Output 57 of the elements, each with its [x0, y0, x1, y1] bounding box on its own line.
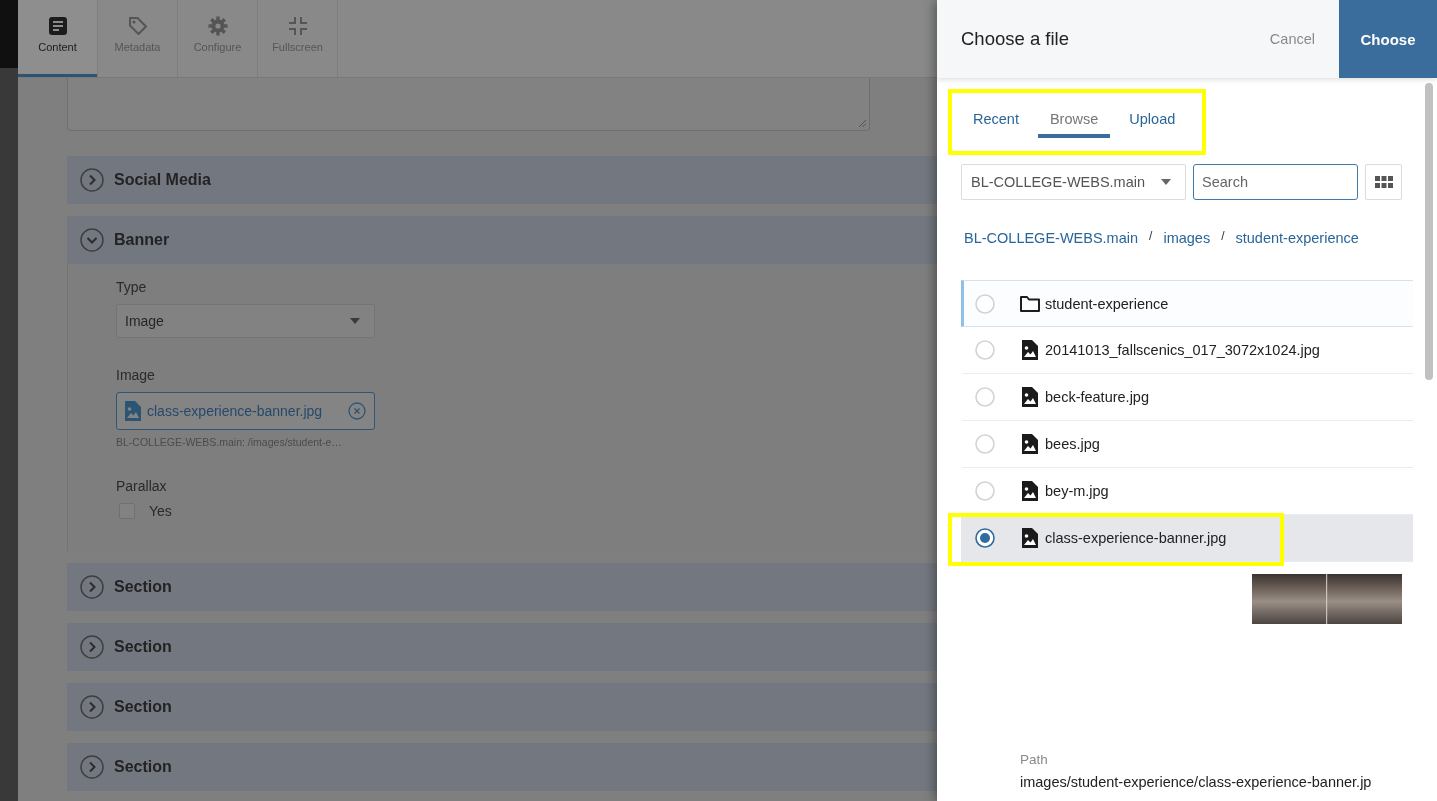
file-name: 20141013_fallscenics_017_3072x1024.jpg	[1045, 342, 1320, 358]
path-label: Path	[1020, 752, 1048, 768]
image-file-icon	[1022, 481, 1038, 501]
breadcrumb-link[interactable]: images	[1163, 229, 1211, 247]
toolbar-tab[interactable]: Content	[18, 0, 98, 77]
file-name: bees.jpg	[1045, 436, 1100, 452]
file-name: student-experience	[1045, 295, 1169, 312]
file-name: beck-feature.jpg	[1045, 389, 1149, 405]
field-label: Parallax	[116, 477, 167, 495]
tab[interactable]: Upload	[1117, 93, 1188, 138]
accordion-header[interactable]: Banner	[67, 216, 937, 264]
path-value: images/student-experience/class-experience-banner.jp	[1020, 773, 1372, 792]
file-name: bey-m.jpg	[1045, 483, 1109, 499]
search-field[interactable]: Search	[1193, 164, 1358, 200]
accordion-header[interactable]: Section	[67, 623, 937, 671]
file-name: class-experience-banner.jpg	[1045, 530, 1227, 546]
grid-view-button[interactable]	[1365, 164, 1402, 200]
breadcrumb-separator: /	[1221, 229, 1225, 243]
resize-grip-icon[interactable]	[859, 120, 866, 127]
cancel-button[interactable]: Cancel	[1245, 0, 1339, 78]
breadcrumb-link[interactable]: BL-COLLEGE-WEBS.main	[964, 229, 1139, 247]
radio-button[interactable]	[975, 528, 995, 548]
accordion-header[interactable]: Section	[67, 683, 937, 731]
choose-button[interactable]: Choose	[1339, 0, 1437, 78]
image-file-icon	[125, 401, 141, 421]
grid-icon	[1374, 176, 1393, 188]
checkbox-label: Yes	[149, 503, 172, 519]
fullscreen-icon	[287, 16, 308, 36]
tab[interactable]: Recent	[961, 93, 1031, 138]
accordion-header[interactable]: Section	[67, 563, 937, 611]
file-list-row[interactable]: bees.jpg	[961, 421, 1413, 468]
caret-icon	[1161, 179, 1171, 185]
scrollbar-thumb[interactable]	[1425, 83, 1433, 380]
text-area-field[interactable]	[67, 78, 870, 131]
breadcrumb-separator: /	[1149, 229, 1153, 243]
document-icon	[47, 16, 68, 36]
clear-icon[interactable]	[348, 402, 366, 420]
gear-icon	[207, 16, 228, 36]
image-file-icon	[1022, 340, 1038, 360]
accordion-header[interactable]: Section	[67, 743, 937, 791]
breadcrumb-link[interactable]: student-experience	[1235, 229, 1359, 247]
caret-icon	[350, 318, 360, 324]
select-field[interactable]: Image	[116, 304, 375, 338]
panel-title: Choose a file	[961, 28, 1069, 50]
tab[interactable]: Browse	[1037, 93, 1111, 138]
image-file-icon	[1022, 528, 1038, 548]
file-list-row[interactable]: beck-feature.jpg	[961, 374, 1413, 421]
field-label: Type	[116, 278, 147, 296]
image-file-icon	[1022, 387, 1038, 407]
image-file-icon	[1022, 434, 1038, 454]
folder-icon	[1020, 295, 1040, 312]
tag-icon	[127, 16, 148, 36]
site-select[interactable]: BL-COLLEGE-WEBS.main	[961, 164, 1186, 200]
accordion-header[interactable]: Social Media	[67, 156, 937, 204]
file-list-row[interactable]: 20141013_fallscenics_017_3072x1024.jpg	[961, 327, 1413, 374]
file-list-row[interactable]: student-experience	[961, 280, 1413, 327]
field-label: Image	[116, 366, 155, 384]
